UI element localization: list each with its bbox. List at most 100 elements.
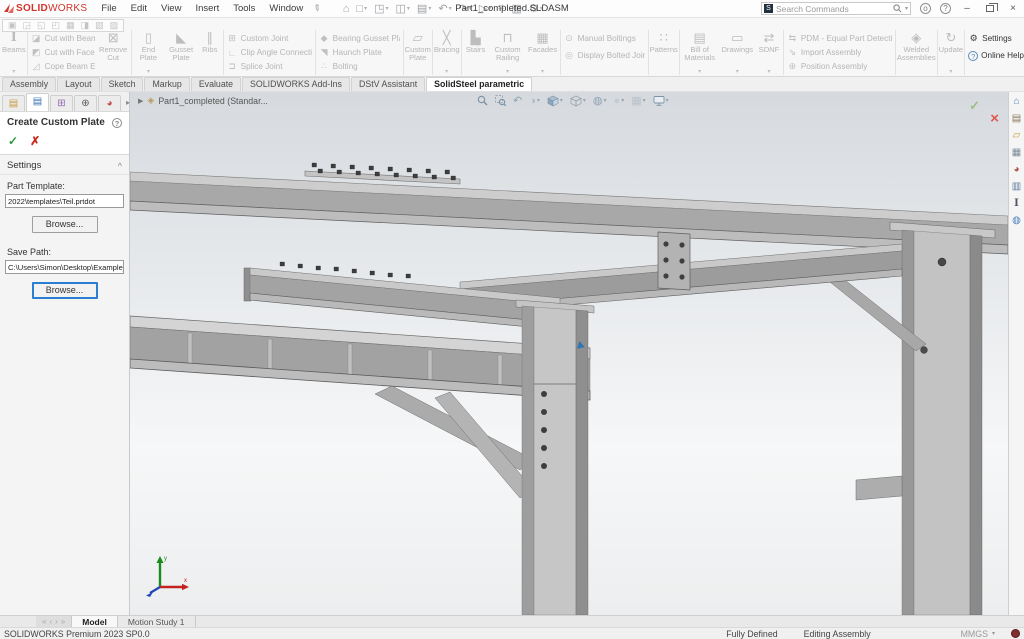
select-icon[interactable]: ▷▾	[479, 2, 491, 15]
dropdown-caret-icon[interactable]: ▾	[506, 68, 509, 75]
sdnf-button[interactable]: ⇄ SDNF ▾	[756, 30, 782, 75]
display-bolted-joints-button[interactable]: ◎Display Bolted Joints	[564, 49, 645, 62]
search-commands-input[interactable]: S Search Commands ▾	[761, 2, 911, 15]
tab-assembly[interactable]: Assembly	[2, 77, 56, 91]
manual-boltings-button[interactable]: ⊙Manual Boltings	[564, 32, 645, 45]
steel-frame-model[interactable]	[130, 92, 1008, 615]
solidsteel-pane-icon[interactable]: I	[1014, 198, 1019, 209]
toolbar-icon-5[interactable]: ▦	[66, 20, 75, 31]
confirmation-ok-icon[interactable]: ✓	[969, 98, 980, 114]
bracing-button[interactable]: ╳ Bracing ▾	[434, 30, 460, 75]
save-path-field[interactable]: C:\Users\Simon\Desktop\Example_1.sldp	[5, 260, 124, 274]
attachments-icon[interactable]: ⌗	[498, 2, 504, 15]
cut-with-beams-button[interactable]: ◪Cut with Beams	[31, 32, 95, 45]
toolbar-icon-1[interactable]: ▣	[8, 20, 17, 31]
ribs-button[interactable]: ∥ Ribs	[198, 30, 222, 75]
menu-view[interactable]: View	[161, 3, 181, 14]
pdm-equal-part-detection-button[interactable]: ⇆PDM - Equal Part Detection	[787, 32, 892, 45]
menu-edit[interactable]: Edit	[131, 3, 147, 14]
browse-save-path-button[interactable]: Browse...	[32, 282, 98, 299]
dropdown-caret-icon[interactable]: ▾	[767, 68, 770, 75]
restore-button[interactable]	[983, 3, 997, 15]
forum-icon[interactable]: ◍	[1012, 215, 1021, 226]
haunch-plate-button[interactable]: ◥Haunch Plate	[319, 46, 400, 59]
collapse-chevron-icon[interactable]: ^	[118, 161, 122, 171]
view-palette-icon[interactable]: ▦	[1012, 147, 1021, 158]
home-tab-icon[interactable]: ⌂	[1013, 96, 1019, 107]
confirmation-cancel-icon[interactable]: ×	[990, 110, 999, 127]
graphics-viewport[interactable]: ▶ ◈ Part1_completed (Standar... ↶ ◑▾ ▾ ▾…	[130, 92, 1008, 615]
search-caret-icon[interactable]: ▾	[905, 5, 908, 12]
open-document-icon[interactable]: ◳▾	[374, 2, 388, 15]
tab-dimxpert-manager[interactable]: ⊕	[74, 95, 97, 111]
bill-of-materials-button[interactable]: ▤ Bill of Materials ▾	[681, 30, 719, 75]
splice-joint-button[interactable]: ⊐Splice Joint	[227, 60, 312, 73]
toolbar-icon-4[interactable]: ◰	[52, 20, 61, 31]
minimize-button[interactable]: –	[960, 3, 974, 14]
beams-button[interactable]: I Beams ▾	[2, 30, 26, 75]
custom-properties-icon[interactable]: ▥	[1012, 181, 1021, 192]
tab-evaluate[interactable]: Evaluate	[191, 77, 241, 91]
stairs-button[interactable]: ▙ Stairs	[463, 30, 489, 75]
search-icon[interactable]	[893, 4, 902, 13]
pin-menu-icon[interactable]: ✎	[311, 2, 324, 15]
toolbar-icon-2[interactable]: ◲	[23, 20, 32, 31]
custom-railing-button[interactable]: ⊓ Custom Railing ▾	[489, 30, 527, 75]
dropdown-caret-icon[interactable]: ▾	[541, 68, 544, 75]
help-icon[interactable]: ?	[940, 3, 951, 14]
custom-plate-button[interactable]: ▱ Custom Plate	[405, 30, 431, 75]
position-assembly-button[interactable]: ⊕Position Assembly	[787, 60, 892, 73]
view-settings-icon[interactable]: ▾	[653, 96, 669, 106]
tab-configuration-manager[interactable]: ⊞	[50, 95, 73, 111]
zoom-to-fit-icon[interactable]	[477, 95, 488, 106]
part-template-field[interactable]: 2022\templates\Teil.prtdot	[5, 194, 124, 208]
custom-joint-button[interactable]: ⊞Custom Joint	[227, 32, 312, 45]
new-document-icon[interactable]: □▾	[356, 3, 367, 15]
online-help-button[interactable]: ?Online Help	[968, 49, 1024, 62]
clip-angle-connection-button[interactable]: ∟Clip Angle Connection	[227, 46, 312, 59]
ok-button[interactable]: ✓	[8, 134, 18, 148]
options-icon[interactable]: ⚙▾	[529, 2, 543, 15]
tray-status-icon[interactable]	[1011, 629, 1020, 638]
zoom-to-area-icon[interactable]	[495, 95, 506, 106]
tab-feature-manager[interactable]: ▤	[2, 95, 25, 111]
tab-sketch[interactable]: Sketch	[101, 77, 144, 91]
toolbar-icon-6[interactable]: ◨	[81, 20, 90, 31]
first-tab-icon[interactable]: «	[42, 617, 46, 626]
view-orientation-icon[interactable]: ▾	[547, 95, 563, 107]
prev-tab-icon[interactable]: ‹	[49, 617, 52, 626]
units-selector[interactable]: MMGS▾	[961, 629, 995, 639]
drawings-button[interactable]: ▭ Drawings ▾	[718, 30, 756, 75]
cut-with-face-button[interactable]: ◩Cut with Face	[31, 46, 95, 59]
tab-display-manager[interactable]: ◕	[98, 95, 121, 111]
menu-file[interactable]: File	[101, 3, 116, 14]
dropdown-caret-icon[interactable]: ▾	[445, 68, 448, 75]
welded-assemblies-button[interactable]: ◈ Welded Assemblies	[897, 30, 936, 75]
tab-property-manager[interactable]: ▤	[26, 93, 49, 111]
display-style-icon[interactable]: ▾	[570, 95, 586, 107]
last-tab-icon[interactable]: »	[61, 617, 65, 626]
home-icon[interactable]: ⌂	[343, 3, 350, 15]
close-button[interactable]: ×	[1006, 3, 1020, 14]
previous-view-icon[interactable]: ↶	[513, 94, 522, 107]
end-plate-button[interactable]: ▯ End Plate ▾	[133, 30, 165, 75]
panel-help-icon[interactable]: ?	[112, 118, 122, 128]
menu-tools[interactable]: Tools	[233, 3, 255, 14]
print-icon[interactable]: ▤▾	[417, 2, 431, 15]
breadcrumb-arrow-icon[interactable]: ▶	[138, 97, 143, 105]
settings-group-header[interactable]: Settings ^	[0, 155, 129, 175]
bolting-button[interactable]: ∴Bolting	[319, 60, 400, 73]
dropdown-caret-icon[interactable]: ▾	[12, 68, 15, 75]
edit-appearance-icon[interactable]: ●▾	[614, 95, 625, 107]
save-icon[interactable]: ◫▾	[396, 2, 410, 15]
dropdown-caret-icon[interactable]: ▾	[698, 68, 701, 75]
properties-icon[interactable]: ▥	[512, 2, 522, 15]
import-assembly-button[interactable]: ⇘Import Assembly	[787, 46, 892, 59]
toolbar-icon-7[interactable]: ▧	[95, 20, 104, 31]
update-button[interactable]: ↻ Update ▾	[939, 30, 964, 75]
tab-solidsteel-parametric[interactable]: SolidSteel parametric	[426, 77, 532, 91]
user-account-icon[interactable]: ᴏ	[920, 3, 931, 14]
patterns-button[interactable]: ∷ Patterns	[650, 30, 678, 75]
hide-show-items-icon[interactable]: ◍▾	[593, 94, 607, 107]
browse-template-button[interactable]: Browse...	[32, 216, 98, 233]
